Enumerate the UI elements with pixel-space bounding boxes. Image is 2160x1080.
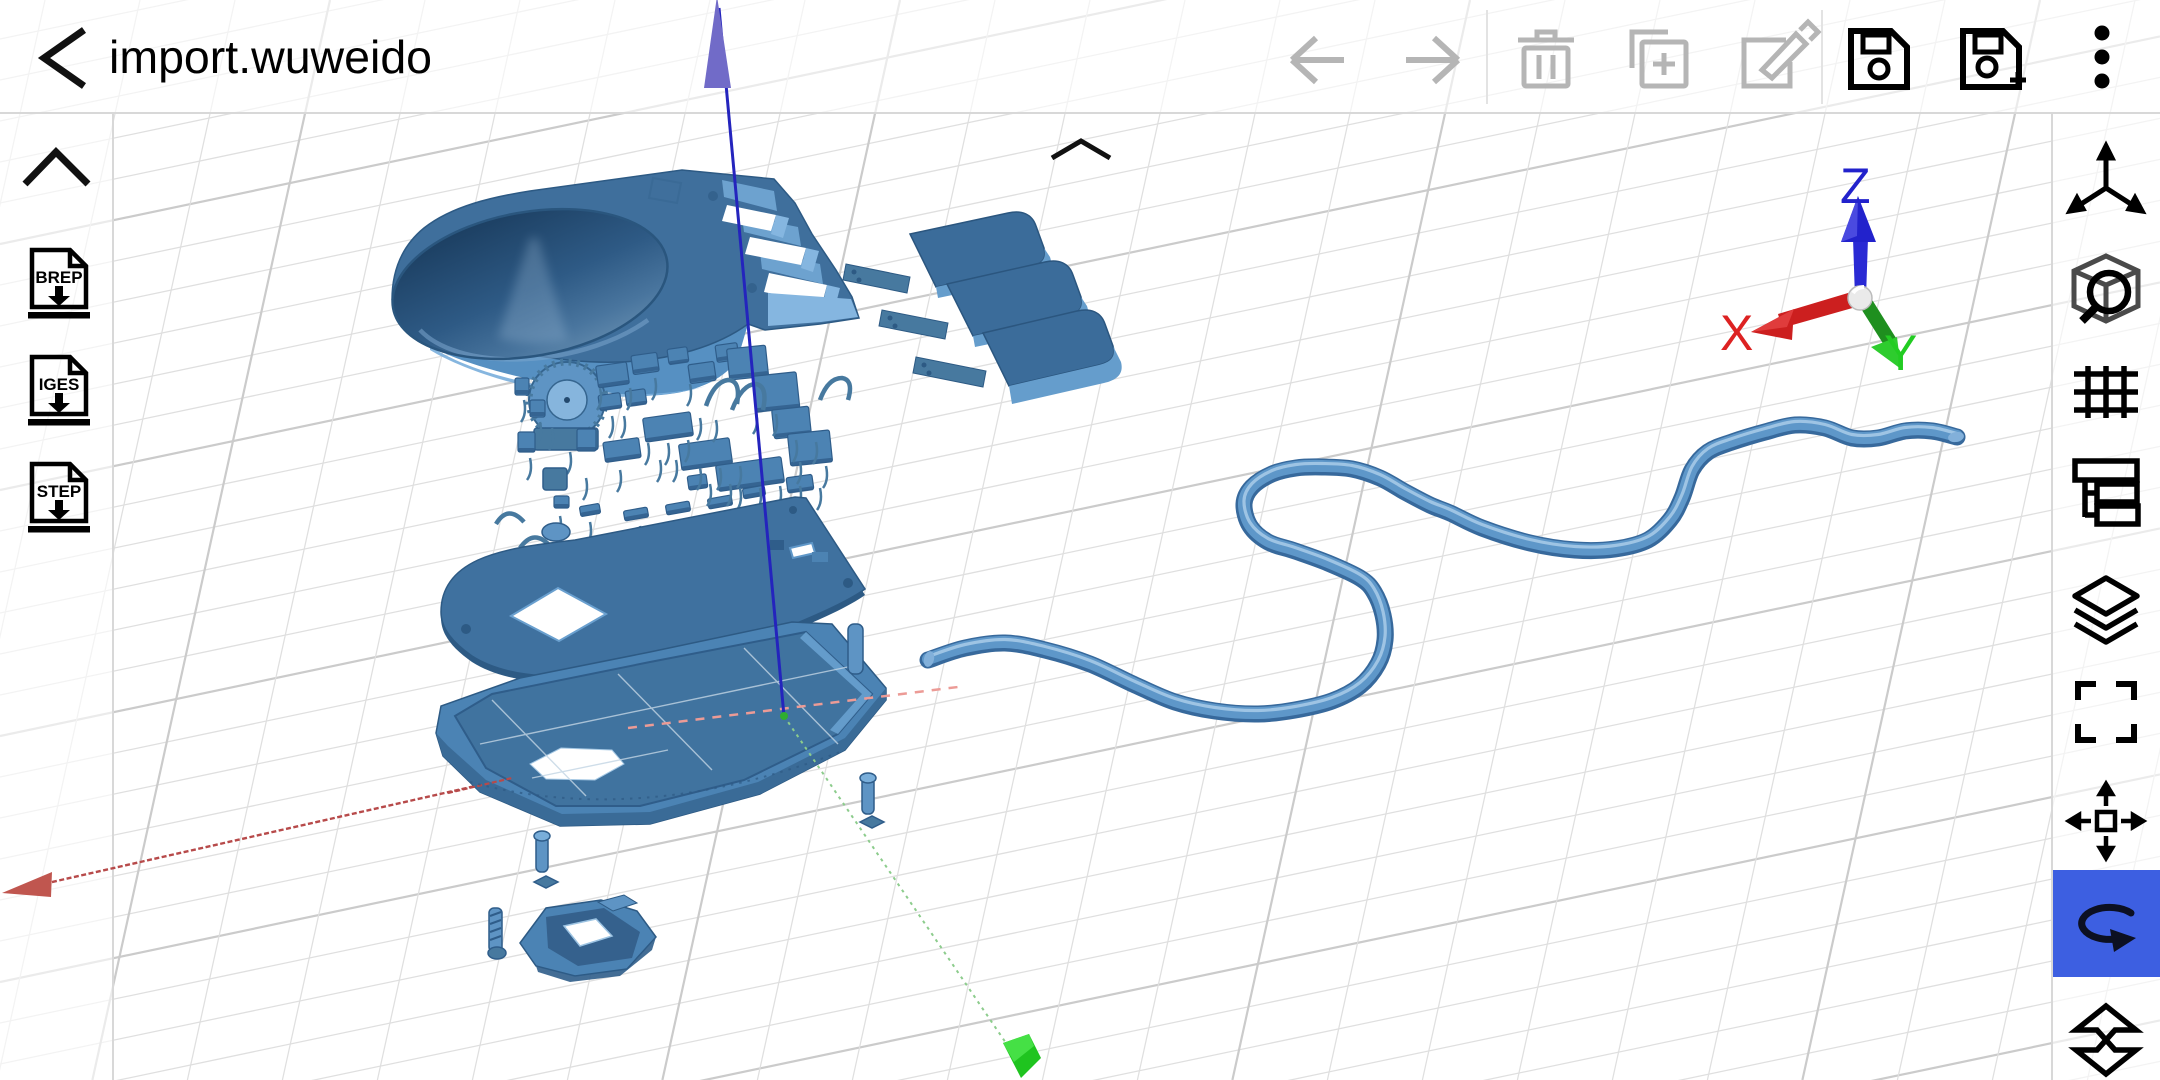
svg-text:STEP: STEP: [37, 482, 81, 501]
svg-text:Y: Y: [1884, 325, 1917, 381]
svg-text:Z: Z: [1840, 158, 1871, 214]
svg-text:BREP: BREP: [35, 268, 82, 287]
svg-text:IGES: IGES: [39, 375, 80, 394]
svg-text:X: X: [1720, 305, 1753, 361]
svg-text:import.wuweido: import.wuweido: [109, 31, 432, 83]
